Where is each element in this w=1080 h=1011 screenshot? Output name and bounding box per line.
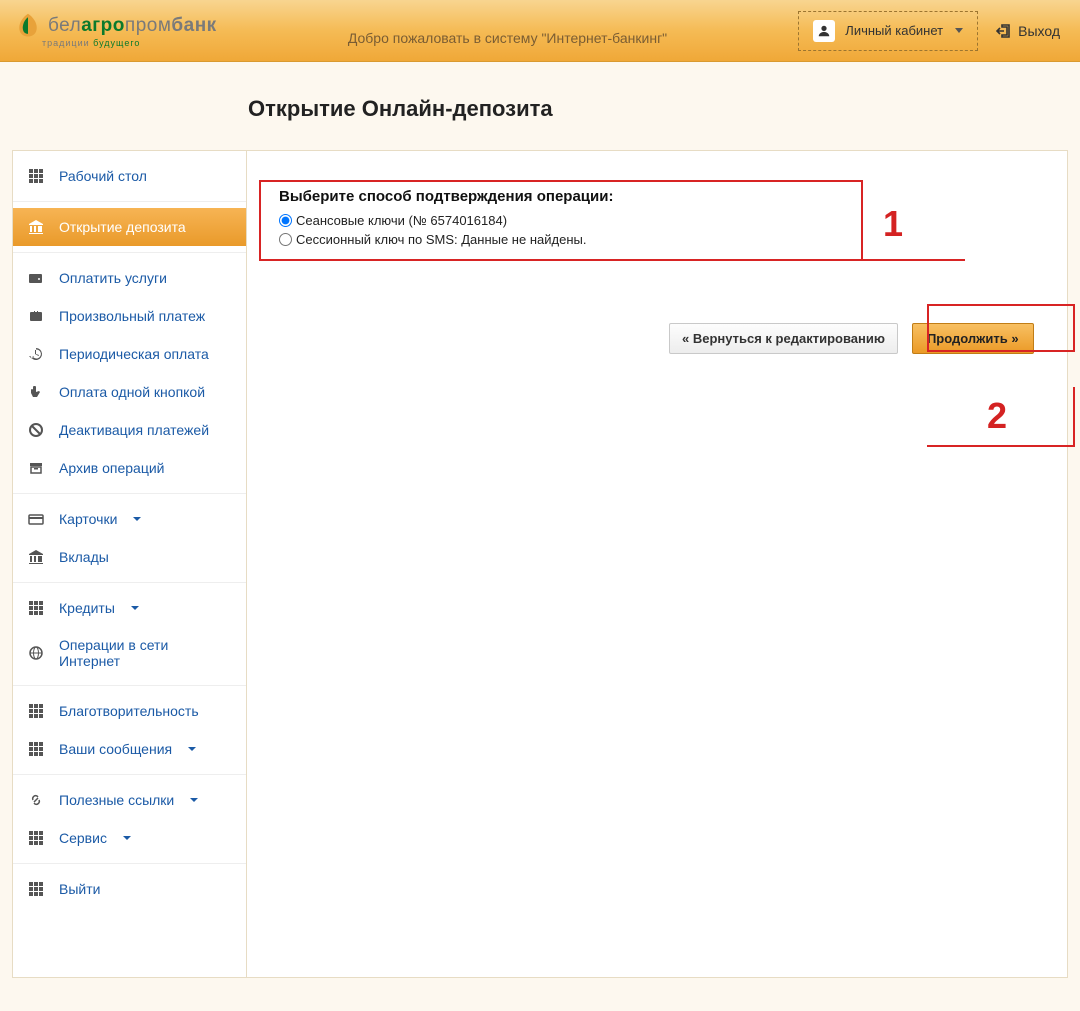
- sidebar-item-произвольный-платеж[interactable]: Произвольный платеж: [13, 297, 246, 335]
- logo-icon: [14, 12, 42, 40]
- grid-icon: [27, 829, 45, 847]
- logo-block: белагропромбанк традиции будущего: [10, 12, 217, 50]
- sidebar-item-вклады[interactable]: Вклады: [13, 538, 246, 576]
- sidebar-item-label: Кредиты: [59, 600, 115, 616]
- sidebar-item-полезные-ссылки[interactable]: Полезные ссылки: [13, 781, 246, 819]
- radio-session-keys-label: Сеансовые ключи (№ 6574016184): [296, 213, 507, 228]
- exit-icon: [996, 23, 1012, 39]
- grid-icon: [27, 599, 45, 617]
- main-panel: Выберите способ подтверждения операции: …: [246, 150, 1068, 978]
- logo-tagline: традиции будущего: [42, 38, 217, 48]
- sidebar-item-label: Деактивация платежей: [59, 422, 209, 438]
- sidebar-item-label: Сервис: [59, 830, 107, 846]
- header-bar: белагропромбанк традиции будущего Добро …: [0, 0, 1080, 62]
- sidebar-item-рабочий-стол[interactable]: Рабочий стол: [13, 157, 246, 195]
- sidebar-item-label: Произвольный платеж: [59, 308, 205, 324]
- sidebar-item-label: Карточки: [59, 511, 117, 527]
- grid-icon: [27, 740, 45, 758]
- chevron-down-icon: [133, 517, 141, 521]
- sidebar-item-деактивация-платежей[interactable]: Деактивация платежей: [13, 411, 246, 449]
- sidebar-item-выйти[interactable]: Выйти: [13, 870, 246, 908]
- chevron-down-icon: [190, 798, 198, 802]
- radio-session-keys[interactable]: Сеансовые ключи (№ 6574016184): [279, 211, 843, 230]
- annotation-1-underline: [500, 259, 965, 261]
- sidebar-item-ваши-сообщения[interactable]: Ваши сообщения: [13, 730, 246, 768]
- logo-text-part2: агро: [81, 15, 125, 36]
- confirm-method-box: Выберите способ подтверждения операции: …: [259, 180, 863, 261]
- annotation-2-box-top: [927, 304, 1075, 352]
- sidebar-item-label: Архив операций: [59, 460, 165, 476]
- account-label: Личный кабинет: [845, 23, 943, 38]
- exit-label: Выход: [1018, 23, 1060, 39]
- grid-icon: [27, 702, 45, 720]
- sidebar-item-label: Операции в сети Интернет: [59, 637, 232, 669]
- sidebar-item-операции-в-сети-интернет[interactable]: Операции в сети Интернет: [13, 627, 246, 679]
- link-icon: [27, 791, 45, 809]
- user-icon: [813, 20, 835, 42]
- sidebar-item-label: Рабочий стол: [59, 168, 147, 184]
- page-title: Открытие Онлайн-депозита: [0, 62, 1080, 150]
- briefcase-icon: [27, 307, 45, 325]
- annotation-1: 1: [883, 203, 903, 245]
- confirm-title: Выберите способ подтверждения операции:: [279, 188, 843, 205]
- chevron-down-icon: [188, 747, 196, 751]
- chevron-down-icon: [955, 28, 963, 33]
- welcome-text: Добро пожаловать в систему "Интернет-бан…: [217, 30, 799, 46]
- wallet-icon: [27, 269, 45, 287]
- chevron-down-icon: [131, 606, 139, 610]
- sidebar-item-оплатить-услуги[interactable]: Оплатить услуги: [13, 259, 246, 297]
- archive-icon: [27, 459, 45, 477]
- chevron-down-icon: [123, 836, 131, 840]
- sidebar-item-label: Выйти: [59, 881, 100, 897]
- sidebar-item-label: Периодическая оплата: [59, 346, 209, 362]
- back-button[interactable]: « Вернуться к редактированию: [669, 323, 898, 354]
- history-icon: [27, 345, 45, 363]
- grid-icon: [27, 167, 45, 185]
- radio-session-keys-input[interactable]: [279, 214, 292, 227]
- logo-text-part4: банк: [171, 15, 216, 36]
- sidebar-item-архив-операций[interactable]: Архив операций: [13, 449, 246, 487]
- bank-icon: [27, 548, 45, 566]
- sidebar-item-label: Ваши сообщения: [59, 741, 172, 757]
- sidebar-item-label: Оплата одной кнопкой: [59, 384, 205, 400]
- sidebar-item-сервис[interactable]: Сервис: [13, 819, 246, 857]
- sidebar-item-кредиты[interactable]: Кредиты: [13, 589, 246, 627]
- sidebar-item-label: Оплатить услуги: [59, 270, 167, 286]
- card-icon: [27, 510, 45, 528]
- sidebar-item-благотворительность[interactable]: Благотворительность: [13, 692, 246, 730]
- account-dropdown[interactable]: Личный кабинет: [798, 11, 978, 51]
- sidebar-item-label: Полезные ссылки: [59, 792, 174, 808]
- exit-button[interactable]: Выход: [996, 23, 1060, 39]
- sidebar-item-label: Открытие депозита: [59, 219, 186, 235]
- radio-sms-key[interactable]: Сессионный ключ по SMS: Данные не найден…: [279, 230, 843, 249]
- radio-sms-key-input[interactable]: [279, 233, 292, 246]
- sidebar-item-карточки[interactable]: Карточки: [13, 500, 246, 538]
- hand-icon: [27, 383, 45, 401]
- sidebar-item-оплата-одной-кнопкой[interactable]: Оплата одной кнопкой: [13, 373, 246, 411]
- radio-sms-key-label: Сессионный ключ по SMS: Данные не найден…: [296, 232, 586, 247]
- annotation-2: 2: [987, 395, 1007, 437]
- grid-icon: [27, 880, 45, 898]
- sidebar-item-открытие-депозита[interactable]: Открытие депозита: [13, 208, 246, 246]
- sidebar-item-периодическая-оплата[interactable]: Периодическая оплата: [13, 335, 246, 373]
- sidebar-item-label: Благотворительность: [59, 703, 199, 719]
- globe-icon: [27, 644, 45, 662]
- sidebar-item-label: Вклады: [59, 549, 109, 565]
- logo-text-part3: пром: [125, 15, 172, 36]
- bank-icon: [27, 218, 45, 236]
- sidebar: Рабочий стол Открытие депозита Оплатить …: [12, 150, 246, 978]
- logo-text-part1: бел: [48, 15, 81, 36]
- ban-icon: [27, 421, 45, 439]
